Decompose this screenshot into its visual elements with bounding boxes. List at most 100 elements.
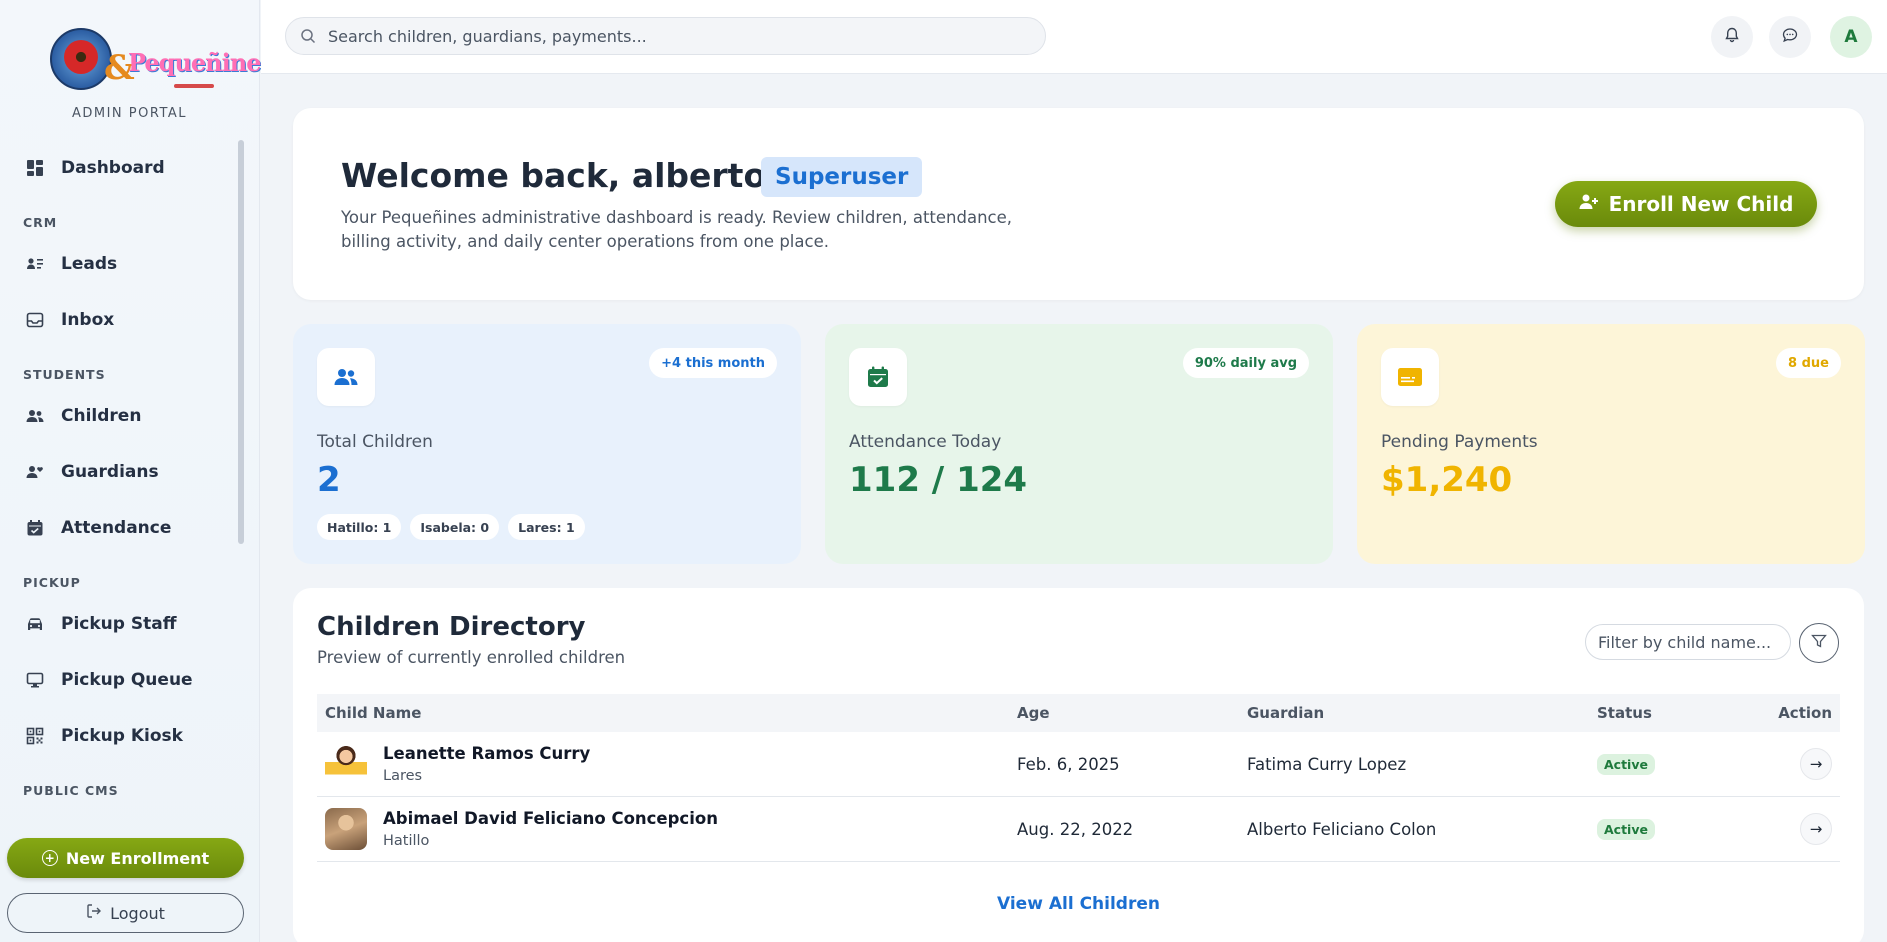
children-directory: Children Directory Preview of currently … <box>293 588 1864 942</box>
child-name-cell: Leanette Ramos Curry Lares <box>317 743 1017 785</box>
guardian-name: Alberto Feliciano Colon <box>1247 819 1437 839</box>
guardian-name: Fatima Curry Lopez <box>1247 754 1407 774</box>
welcome-card: Welcome back, alberto! Superuser Your Pe… <box>293 108 1864 300</box>
attendance-today-label: Attendance Today <box>849 432 1002 452</box>
enroll-new-child-button[interactable]: Enroll New Child <box>1555 181 1817 227</box>
messages-button[interactable] <box>1769 16 1811 58</box>
view-child-button[interactable]: → <box>1800 748 1832 780</box>
location-chips: Hatillo: 1 Isabela: 0 Lares: 1 <box>317 514 585 540</box>
sidebar-item-label: Leads <box>61 254 118 274</box>
logout-icon <box>86 903 102 923</box>
dashboard-icon <box>26 159 44 177</box>
sidebar-section-crm: CRM <box>23 215 58 230</box>
status-badge: Active <box>1597 753 1655 775</box>
search-bar[interactable] <box>285 17 1046 55</box>
sidebar-item-label: Pickup Queue <box>61 670 193 690</box>
bell-icon <box>1724 27 1740 47</box>
sidebar-item-label: Attendance <box>61 518 172 538</box>
view-all-children-link[interactable]: View All Children <box>293 894 1864 914</box>
role-badge: Superuser <box>761 157 923 197</box>
user-plus-icon <box>1579 192 1599 216</box>
logo-underline <box>174 84 214 88</box>
sidebar-item-children[interactable]: Children <box>0 388 244 444</box>
column-age: Age <box>1017 704 1050 722</box>
qr-code-icon <box>26 727 44 745</box>
sidebar-item-leads[interactable]: Leads <box>0 236 244 292</box>
flower-icon <box>64 40 98 74</box>
sidebar-item-label: Pickup Staff <box>61 614 177 634</box>
sidebar-section-public-cms: PUBLIC CMS <box>23 783 119 798</box>
chat-bubble-icon <box>1782 27 1798 47</box>
status-cell: Active <box>1597 818 1767 840</box>
sidebar-section-students: STUDENTS <box>23 367 106 382</box>
table-header: Child Name Age Guardian Status Action <box>317 694 1840 732</box>
pequenines-logo[interactable]: & Pequeñines <box>42 18 274 98</box>
new-enrollment-button[interactable]: + New Enrollment <box>7 838 244 878</box>
sidebar-item-pickup-kiosk[interactable]: Pickup Kiosk <box>0 708 244 764</box>
sidebar-item-attendance[interactable]: Attendance <box>0 500 244 556</box>
sidebar-item-inbox[interactable]: Inbox <box>0 292 244 348</box>
total-children-value: 2 <box>317 460 341 500</box>
welcome-heading: Welcome back, alberto! <box>341 156 782 195</box>
column-child-name: Child Name <box>325 704 422 722</box>
user-heart-icon <box>26 463 44 481</box>
calendar-check-icon <box>849 348 907 406</box>
sidebar-item-label: Pickup Kiosk <box>61 726 183 746</box>
view-child-button[interactable]: → <box>1800 813 1832 845</box>
location-chip: Lares: 1 <box>508 514 585 540</box>
contact-card-icon <box>26 255 44 273</box>
sidebar-item-pickup-queue[interactable]: Pickup Queue <box>0 652 244 708</box>
search-icon <box>300 28 316 44</box>
directory-title: Children Directory <box>317 612 586 642</box>
child-name-cell: Abimael David Feliciano Concepcion Hatil… <box>317 808 1017 850</box>
child-name: Leanette Ramos Curry <box>383 744 591 763</box>
users-icon <box>317 348 375 406</box>
action-cell: → <box>1767 813 1840 845</box>
attendance-today-card: 90% daily avg Attendance Today 112 / 124 <box>825 324 1333 564</box>
table-row[interactable]: Leanette Ramos Curry Lares Feb. 6, 2025 … <box>317 732 1840 797</box>
child-location: Lares <box>383 768 423 784</box>
arrow-right-icon: → <box>1809 820 1823 838</box>
child-filter[interactable] <box>1585 624 1791 660</box>
logout-label: Logout <box>110 903 165 923</box>
calendar-check-icon <box>26 519 44 537</box>
children-growth-pill: +4 this month <box>649 348 777 378</box>
sidebar-section-pickup: PICKUP <box>23 575 81 590</box>
sidebar: & Pequeñines ADMIN PORTAL Dashboard CRM … <box>0 0 274 942</box>
column-action: Action <box>1778 704 1832 722</box>
child-filter-input[interactable] <box>1598 632 1783 652</box>
payments-due-pill: 8 due <box>1776 348 1841 378</box>
logo-container: & Pequeñines <box>0 0 274 108</box>
location-chip: Hatillo: 1 <box>317 514 402 540</box>
user-avatar[interactable]: A <box>1830 16 1872 58</box>
child-avatar <box>325 743 367 785</box>
topbar: A <box>261 0 1887 74</box>
enroll-new-child-label: Enroll New Child <box>1608 192 1794 216</box>
sidebar-item-guardians[interactable]: Guardians <box>0 444 244 500</box>
new-enrollment-label: New Enrollment <box>65 848 210 868</box>
action-cell: → <box>1767 748 1840 780</box>
attendance-average-pill: 90% daily avg <box>1182 348 1309 378</box>
table-row[interactable]: Abimael David Feliciano Concepcion Hatil… <box>317 797 1840 862</box>
search-input[interactable] <box>328 26 1008 46</box>
inbox-icon <box>26 311 44 329</box>
pending-payments-card: 8 due Pending Payments $1,240 <box>1357 324 1865 564</box>
sidebar-item-pickup-staff[interactable]: Pickup Staff <box>0 596 244 652</box>
column-guardian: Guardian <box>1247 704 1325 722</box>
portal-label: ADMIN PORTAL <box>71 106 188 121</box>
notifications-button[interactable] <box>1711 16 1753 58</box>
children-table: Child Name Age Guardian Status Action Le… <box>317 694 1840 862</box>
sidebar-scrollbar[interactable] <box>238 140 244 544</box>
sidebar-nav: Dashboard CRM Leads Inbox STUDENTS Child… <box>0 140 244 800</box>
logo-wordmark: Pequeñines <box>128 48 274 77</box>
column-status: Status <box>1597 704 1652 722</box>
car-icon <box>26 615 44 633</box>
filter-icon <box>1811 633 1827 653</box>
welcome-description: Your Pequeñines administrative dashboard… <box>341 208 1013 251</box>
filter-button[interactable] <box>1799 623 1839 663</box>
child-location: Hatillo <box>383 833 430 849</box>
logout-button[interactable]: Logout <box>7 893 244 933</box>
sidebar-item-dashboard[interactable]: Dashboard <box>0 140 244 196</box>
attendance-today-value: 112 / 124 <box>849 460 1028 500</box>
directory-subtitle: Preview of currently enrolled children <box>317 648 626 667</box>
